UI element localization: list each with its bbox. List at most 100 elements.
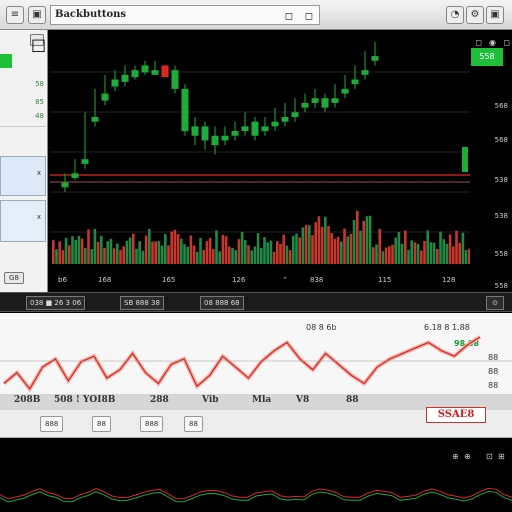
candle: [351, 65, 359, 89]
settings-icon[interactable]: ⚙: [466, 6, 484, 24]
action-button-3[interactable]: 888: [140, 416, 164, 432]
volume-bar: [420, 250, 423, 264]
time-label-5: 838: [310, 276, 324, 284]
volume-bar: [80, 238, 84, 264]
overview-panel: ⊕ ⊕ ⊡ ⊞: [0, 440, 512, 512]
expand-icon[interactable]: ⊙: [486, 296, 504, 310]
action-button-2[interactable]: 88: [92, 416, 111, 432]
volume-bar: [375, 244, 378, 264]
volume-bar: [308, 225, 311, 264]
volume-bar: [330, 233, 333, 264]
alert-badge[interactable]: SSAE8: [426, 407, 486, 423]
volume-bar: [461, 232, 465, 264]
candle: [261, 117, 269, 136]
volume-bar: [359, 230, 362, 264]
watchlist-card[interactable]: x: [0, 156, 46, 196]
candle: [71, 159, 79, 181]
time-axis: b6 168 165 126 ⌃ 838 115 128: [50, 272, 470, 290]
overview-line: [0, 487, 512, 500]
fit-icon[interactable]: ⊡: [486, 452, 493, 461]
candle: [211, 126, 219, 155]
chart-up-icon[interactable]: ⌃: [282, 276, 288, 284]
volume-bar: [343, 228, 346, 264]
time-label-1: b6: [58, 276, 67, 284]
status-item-3: 288: [150, 395, 169, 405]
volume-bar: [384, 247, 388, 264]
volume-bar: [452, 246, 455, 264]
volume-bar: [448, 234, 452, 264]
volume-bar: [394, 237, 397, 264]
indicator-line-chart[interactable]: [0, 331, 512, 395]
grid-icon[interactable]: ◻: [305, 8, 313, 26]
volume-bar: [96, 241, 100, 264]
menu-button[interactable]: ≡: [6, 6, 24, 24]
card-close-icon-2[interactable]: x: [37, 213, 41, 221]
volume-bar: [372, 247, 375, 264]
volume-bar: [333, 238, 337, 264]
volume-bar: [266, 242, 269, 264]
volume-bar: [116, 243, 119, 264]
time-label-2: 168: [98, 276, 112, 284]
volume-bar: [311, 235, 314, 264]
volume-bar: [154, 241, 157, 264]
status-item-4: Vib: [202, 395, 219, 405]
status-item-2: 508 ! YOI8B: [54, 395, 116, 405]
lock-icon[interactable]: ◻: [285, 8, 293, 26]
candle: [81, 112, 89, 169]
action-button-4[interactable]: 88: [184, 416, 203, 432]
panel-toggle-button[interactable]: □: [30, 34, 46, 54]
candle: [241, 112, 249, 136]
candle: [221, 126, 229, 146]
volume-bar: [388, 246, 391, 264]
axis-icon-2[interactable]: ◉: [489, 38, 496, 47]
volume-bar: [192, 245, 196, 264]
volume-bar: [122, 246, 125, 264]
action-button-1[interactable]: 888: [40, 416, 64, 432]
volume-bar: [423, 241, 426, 264]
tab-2[interactable]: SB 888 38: [120, 296, 164, 310]
axis-icon-1[interactable]: ◻: [475, 38, 482, 47]
candle: [281, 102, 289, 127]
candle: [321, 93, 329, 113]
volume-bar: [272, 251, 276, 264]
overview-chart[interactable]: [0, 478, 512, 508]
candle: [341, 74, 349, 99]
axis-icon-3[interactable]: ◻: [503, 38, 510, 47]
volume-bar: [215, 230, 218, 264]
volume-bar: [439, 231, 442, 264]
candlestick-chart[interactable]: [50, 32, 470, 272]
bottom-box-button[interactable]: G8: [4, 272, 24, 284]
zoom-out-icon[interactable]: ⊕: [464, 452, 471, 461]
time-label-6: 115: [378, 276, 392, 284]
volume-bar: [196, 251, 199, 264]
volume-bar: [237, 239, 241, 264]
grid-icon[interactable]: ⊞: [498, 452, 505, 461]
watchlist-card-2[interactable]: x: [0, 200, 46, 242]
tab-1[interactable]: 038 ■ 26 3 06: [26, 296, 86, 310]
candle: [371, 42, 379, 66]
volume-bar: [269, 240, 273, 264]
volume-bar: [263, 237, 266, 264]
volume-bar: [228, 246, 231, 264]
volume-bar: [336, 236, 340, 264]
volume-bar: [231, 247, 234, 264]
volume-bar: [205, 241, 209, 264]
volume-bar: [90, 249, 93, 264]
layout-icon[interactable]: ▣: [486, 6, 504, 24]
volume-bar: [356, 210, 359, 264]
candle: [181, 84, 189, 136]
tab-3[interactable]: 08 888 68: [200, 296, 244, 310]
volume-bar: [298, 237, 301, 264]
volume-bar: [170, 231, 173, 264]
status-item-1: 208B: [14, 395, 41, 405]
window-button[interactable]: ▣: [28, 6, 46, 24]
volume-bar: [346, 236, 349, 264]
candle: [201, 121, 209, 150]
clock-icon[interactable]: ◔: [446, 6, 464, 24]
zoom-in-icon[interactable]: ⊕: [452, 452, 459, 461]
symbol-field[interactable]: Backbuttons ◻ ◻: [50, 5, 320, 25]
time-label-7: 128: [442, 276, 456, 284]
card-close-icon[interactable]: x: [37, 169, 41, 177]
price-label-5: 558: [494, 250, 508, 258]
volume-bar: [253, 246, 257, 264]
